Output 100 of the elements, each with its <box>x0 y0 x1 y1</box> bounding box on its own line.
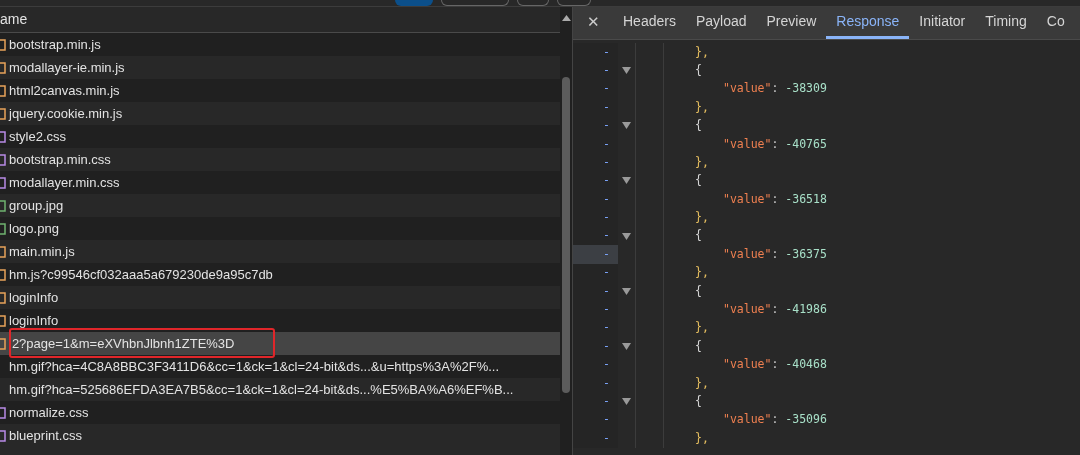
request-name: hm.gif?hca=4C8A8BBC3F3411D6&cc=1&ck=1&cl=24-bit&ds...&u=https%3A%2F%... <box>9 357 500 376</box>
code-line: "value": -36375 <box>723 245 827 263</box>
request-name: normalize.css <box>9 403 89 422</box>
code-brace: }, <box>695 153 709 171</box>
request-name: hm.gif?hca=525686EFDA3EA7B5&cc=1&ck=1&cl=24-bit&ds...%E5%BA%A6%EF%B... <box>9 380 514 399</box>
file-icon <box>0 38 6 51</box>
code-line: "value": -38309 <box>723 80 827 98</box>
tab[interactable]: Co <box>1036 6 1075 39</box>
file-icon <box>0 314 6 327</box>
tab[interactable]: Preview <box>756 6 827 39</box>
code-brace: }, <box>695 264 709 282</box>
file-icon <box>0 61 6 74</box>
file-icon <box>0 130 6 143</box>
line-number: - <box>603 80 610 98</box>
line-number: - <box>603 319 610 337</box>
code-brace: }, <box>695 429 709 447</box>
code-line: "value": -35096 <box>723 411 827 429</box>
code-line: "value": -40468 <box>723 356 827 374</box>
line-number: - <box>603 61 610 79</box>
line-number: - <box>603 429 610 447</box>
tab[interactable]: Initiator <box>909 6 976 39</box>
file-icon <box>0 199 6 212</box>
request-row[interactable]: html2canvas.min.js <box>0 79 560 102</box>
request-name: loginInfo <box>9 288 59 307</box>
request-name: style2.css <box>9 127 67 146</box>
file-icon <box>0 429 6 442</box>
line-number: - <box>603 209 610 227</box>
fold-arrow-icon[interactable] <box>622 177 631 185</box>
line-number: - <box>603 393 610 410</box>
line-number: - <box>603 227 610 245</box>
line-number: - <box>603 98 610 116</box>
file-icon <box>0 245 6 258</box>
file-icon <box>0 176 6 189</box>
file-icon <box>0 222 6 235</box>
line-number: - <box>603 117 610 135</box>
request-row[interactable]: normalize.css <box>0 401 560 424</box>
request-name: html2canvas.min.js <box>9 81 120 100</box>
request-row[interactable]: hm.js?c99546cf032aaa5a679230de9a95c7db <box>0 263 560 286</box>
fold-arrow-icon[interactable] <box>622 67 631 75</box>
request-row[interactable]: loginInfo <box>0 309 560 332</box>
fold-arrow-icon[interactable] <box>622 122 631 130</box>
tab[interactable]: Payload <box>685 6 757 39</box>
file-icon <box>0 337 6 350</box>
request-name: l2?page=1&m=eXVhbnJlbnh1ZTE%3D <box>9 334 235 353</box>
code-brace: }, <box>695 43 709 61</box>
request-row[interactable]: style2.css <box>0 125 560 148</box>
line-number: - <box>603 245 610 263</box>
line-number: - <box>603 282 610 300</box>
fold-arrow-icon[interactable] <box>622 398 631 406</box>
request-name: loginInfo <box>9 311 59 330</box>
fold-arrow-icon[interactable] <box>622 232 631 240</box>
line-number: - <box>603 190 610 208</box>
close-button[interactable]: ✕ <box>573 6 613 39</box>
line-number: - <box>603 153 610 171</box>
tab[interactable]: Response <box>826 6 910 39</box>
code-brace: { <box>695 227 702 245</box>
request-row[interactable]: logo.png <box>0 217 560 240</box>
column-header[interactable]: ame <box>0 9 28 30</box>
file-icon <box>0 268 6 281</box>
fold-arrow-icon[interactable] <box>622 287 631 295</box>
request-name: bootstrap.min.js <box>9 35 101 54</box>
request-name: jquery.cookie.min.js <box>9 104 123 123</box>
tab[interactable]: Headers <box>613 6 686 39</box>
line-number: - <box>603 172 610 190</box>
request-row[interactable]: bootstrap.min.js <box>0 33 560 56</box>
code-line: "value": -36518 <box>723 190 827 208</box>
code-brace: }, <box>695 209 709 227</box>
code-brace: }, <box>695 374 709 392</box>
code-brace: { <box>695 172 702 190</box>
request-name: logo.png <box>9 219 59 238</box>
request-row[interactable]: l2?page=1&m=eXVhbnJlbnh1ZTE%3D <box>0 332 560 355</box>
file-icon <box>0 84 6 97</box>
code-brace: { <box>695 393 702 410</box>
code-brace: { <box>695 117 702 135</box>
line-number: - <box>603 356 610 374</box>
scrollbar-thumb[interactable] <box>562 77 570 393</box>
file-icon <box>0 406 6 419</box>
file-icon <box>0 153 6 166</box>
code-brace: { <box>695 282 702 300</box>
line-number: - <box>603 135 610 153</box>
line-number: - <box>603 43 610 61</box>
line-number: - <box>603 337 610 355</box>
request-name: group.jpg <box>9 196 64 215</box>
request-row[interactable]: hm.gif?hca=4C8A8BBC3F3411D6&cc=1&ck=1&cl=24-bit&ds...&u=https%3A%2F%... <box>0 355 560 378</box>
request-row[interactable]: modallayer.min.css <box>0 171 560 194</box>
code-line: "value": -40765 <box>723 135 827 153</box>
file-icon <box>0 107 6 120</box>
request-name: bootstrap.min.css <box>9 150 111 169</box>
scroll-up-icon[interactable] <box>561 15 571 21</box>
line-number: - <box>603 374 610 392</box>
code-brace: { <box>695 337 702 355</box>
line-number: - <box>603 411 610 429</box>
line-number: - <box>603 301 610 319</box>
request-name: hm.js?c99546cf032aaa5a679230de9a95c7db <box>9 265 273 284</box>
code-brace: }, <box>695 319 709 337</box>
tab[interactable]: Timing <box>975 6 1037 39</box>
request-name: modallayer-ie.min.js <box>9 58 125 77</box>
fold-arrow-icon[interactable] <box>622 342 631 350</box>
file-icon <box>0 291 6 304</box>
line-number: - <box>603 264 610 282</box>
